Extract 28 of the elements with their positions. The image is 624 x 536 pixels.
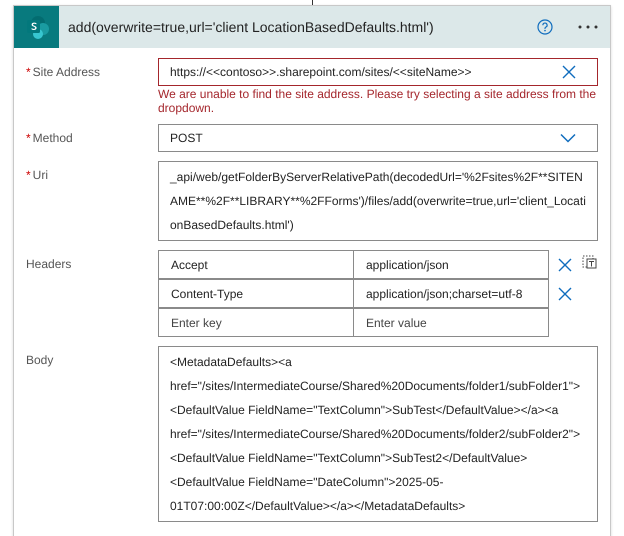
action-title: add(overwrite=true,url='client LocationBasedDefaults.html') [68,19,435,35]
site-address-field[interactable]: https://<<contoso>>.sharepoint.com/sites/<<siteName>> [158,58,598,86]
header-value-field[interactable]: Enter value [353,308,549,337]
error-message: We are unable to find the site address. Please try selecting a site address from the dropdown. [158,86,598,115]
text-area[interactable]: <MetadataDefaults><a href="/sites/IntermediateCourse/Shared%20Documents/folder1/subFolder1"><DefaultValue FieldName="TextColumn">SubTest</DefaultValue></a><a href="/sites/IntermediateCourse/Shared%20Documents/folder2/subFolder2"><DefaultValue FieldName="TextColumn">SubTest2</DefaultValue><DefaultValue FieldName="DateColumn">2025-05-01T07:00:00Z</DefaultValue></a></MetadataDefaults> [158,346,598,522]
field-label: Method [32,131,73,147]
card-header[interactable]: add(overwrite=true,url='client LocationBasedDefaults.html') [14,6,610,48]
chevron-down-icon [560,133,576,143]
header-value-field[interactable]: application/json [353,250,549,279]
header-key-field[interactable]: Accept [158,250,354,279]
required-marker: * [26,131,31,147]
method-dropdown[interactable]: POST [158,124,598,152]
text-area[interactable]: _api/web/getFolderByServerRelativePath(decodedUrl='%2Fsites%2F**SITENAME**%2F**LIBRARY**%2FForms')/files/add(overwrite=true,url='client_LocationBasedDefaults.html') [158,161,598,241]
delete-icon[interactable] [558,286,572,300]
required-marker: * [26,65,31,81]
field-label: Headers [26,257,72,273]
help-icon[interactable] [537,19,553,35]
text-mode-icon[interactable] [582,254,597,269]
field-label: Body [26,353,54,369]
header-key-field[interactable]: Content-Type [158,279,354,308]
delete-icon[interactable] [558,258,572,272]
header-key-field[interactable]: Enter key [158,308,354,337]
field-label: Site Address [32,65,100,81]
more-options-icon[interactable] [578,25,598,29]
clear-icon[interactable] [562,65,576,79]
required-marker: * [26,168,31,184]
header-value-field[interactable]: application/json;charset=utf-8 [353,279,549,308]
field-label: Uri [32,168,48,184]
